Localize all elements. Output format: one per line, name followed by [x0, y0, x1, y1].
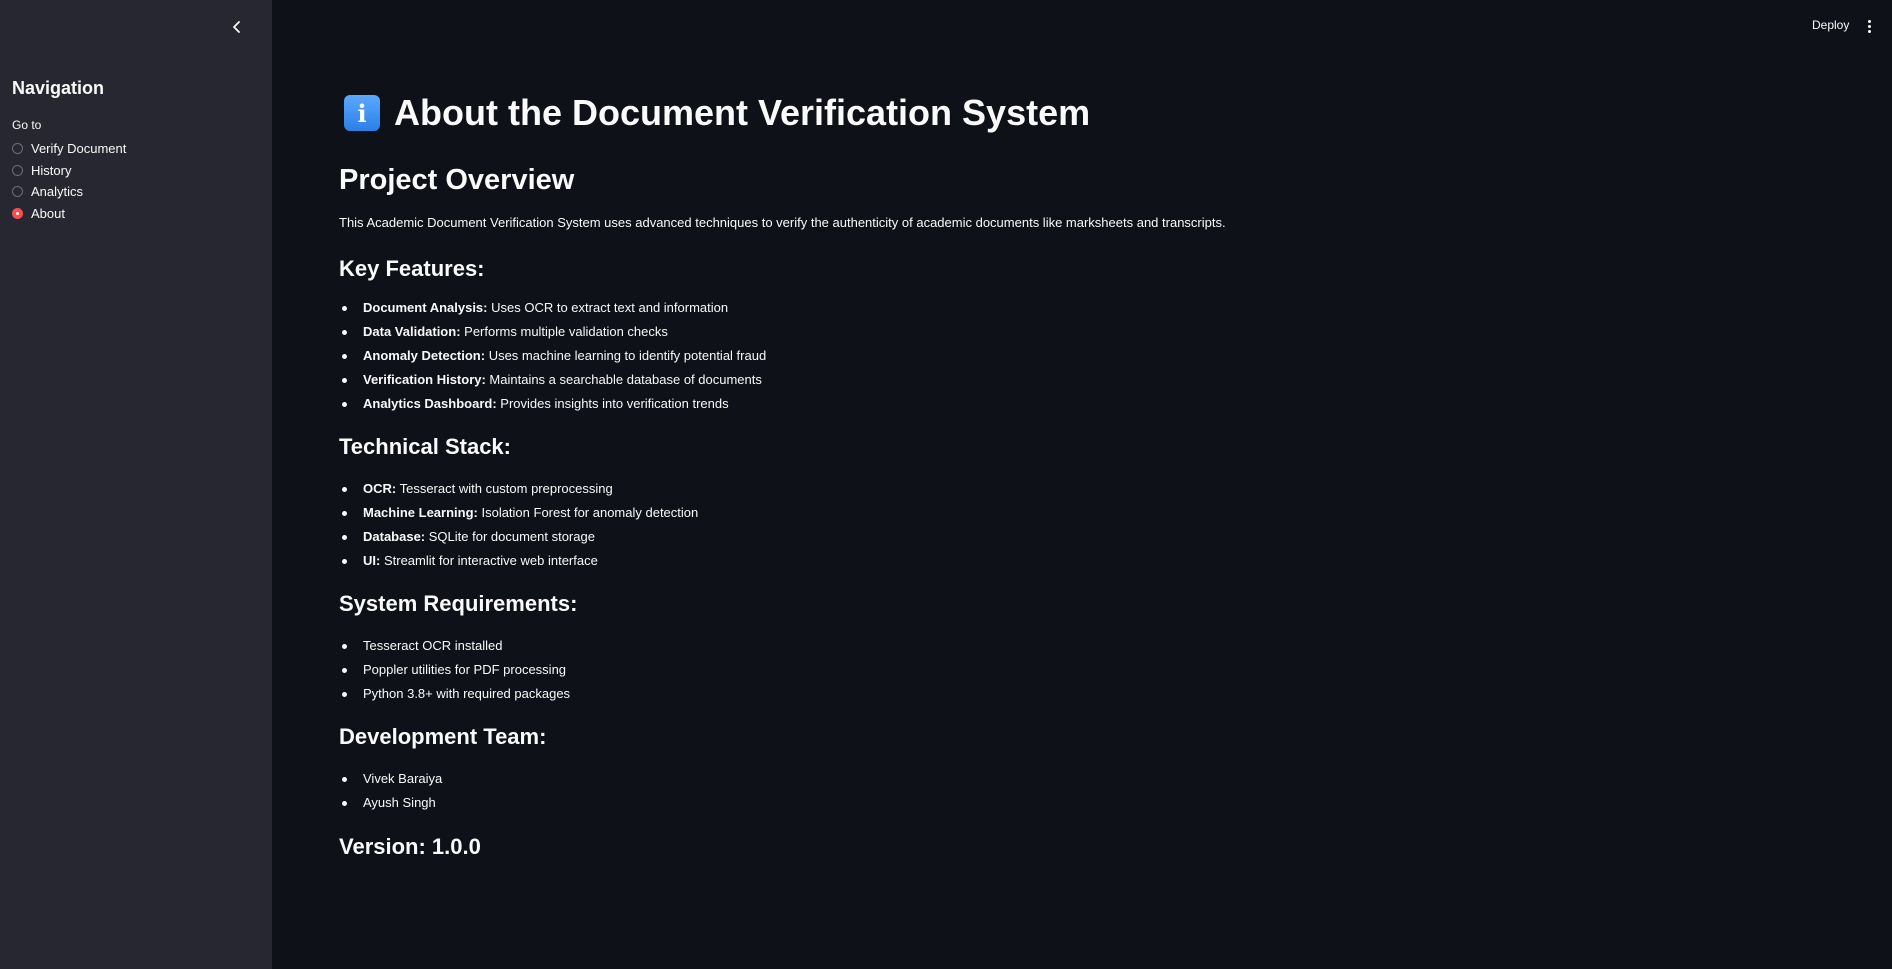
feature-desc: Uses machine learning to identify potent…: [485, 348, 767, 363]
radio-option-label: About: [31, 205, 65, 221]
overview-heading: Project Overview: [339, 164, 575, 196]
collapse-sidebar-button[interactable]: [226, 16, 248, 38]
radio-option-analytics[interactable]: Analytics: [12, 181, 126, 203]
deploy-button[interactable]: Deploy: [1806, 14, 1855, 36]
stack-term: UI:: [363, 553, 381, 568]
stack-term: OCR:: [363, 481, 397, 496]
stack-heading: Technical Stack:: [339, 434, 511, 459]
sidebar: Navigation Go to Verify Document History…: [0, 0, 272, 969]
feature-term: Anomaly Detection:: [363, 348, 486, 363]
info-icon: i: [344, 95, 380, 131]
list-item: Database: SQLite for document storage: [339, 525, 698, 549]
radio-option-verify-document[interactable]: Verify Document: [12, 138, 126, 160]
features-list: Document Analysis: Uses OCR to extract t…: [339, 296, 766, 416]
list-item: Document Analysis: Uses OCR to extract t…: [339, 296, 766, 320]
feature-desc: Uses OCR to extract text and information: [487, 300, 729, 315]
list-item: Data Validation: Performs multiple valid…: [339, 320, 766, 344]
overview-text: This Academic Document Verification Syst…: [339, 215, 1226, 230]
radio-circle[interactable]: [12, 186, 23, 198]
kebab-menu-icon-dot: [1867, 29, 1871, 33]
page-title: i About the Document Verification System: [344, 92, 1090, 134]
list-item: OCR: Tesseract with custom preprocessing: [339, 477, 698, 501]
team-heading: Development Team:: [339, 724, 547, 749]
list-item: Analytics Dashboard: Provides insights i…: [339, 392, 766, 416]
sidebar-heading: Navigation: [12, 78, 105, 98]
stack-term: Database:: [363, 529, 426, 544]
list-item: Anomaly Detection: Uses machine learning…: [339, 344, 766, 368]
radio-option-label: Verify Document: [31, 141, 127, 157]
kebab-menu-icon: [1867, 19, 1871, 23]
list-item: UI: Streamlit for interactive web interf…: [339, 549, 698, 573]
app: Navigation Go to Verify Document History…: [0, 0, 1892, 969]
stack-term: Machine Learning:: [363, 505, 478, 520]
feature-desc: Provides insights into verification tren…: [496, 396, 729, 411]
radio-option-label: History: [31, 162, 72, 178]
radio-group-label: Go to: [12, 118, 42, 132]
feature-term: Data Validation:: [363, 324, 461, 339]
radio-option-label: Analytics: [31, 184, 84, 200]
radio-option-about[interactable]: About: [12, 203, 126, 225]
stack-desc: SQLite for document storage: [425, 529, 595, 544]
radio-circle[interactable]: [12, 164, 23, 176]
stack-desc: Isolation Forest for anomaly detection: [477, 505, 699, 520]
version-heading: Version: 1.0.0: [339, 834, 481, 859]
feature-term: Document Analysis:: [363, 300, 488, 315]
chevron-left-icon: [233, 21, 240, 33]
stack-desc: Streamlit for interactive web interface: [380, 553, 598, 568]
radio-circle[interactable]: [12, 143, 23, 155]
list-item: Tesseract OCR installed: [339, 634, 570, 658]
list-item: Verification History: Maintains a search…: [339, 368, 766, 392]
stack-desc: Tesseract with custom preprocessing: [396, 481, 613, 496]
stack-list: OCR: Tesseract with custom preprocessing…: [339, 477, 698, 573]
list-item: Ayush Singh: [339, 791, 442, 815]
list-item: Poppler utilities for PDF processing: [339, 658, 570, 682]
feature-term: Verification History:: [363, 372, 486, 387]
requirements-heading: System Requirements:: [339, 591, 578, 616]
feature-term: Analytics Dashboard:: [363, 396, 497, 411]
list-item: Python 3.8+ with required packages: [339, 682, 570, 706]
kebab-menu-icon-dot: [1867, 24, 1871, 28]
feature-desc: Maintains a searchable database of docum…: [485, 372, 762, 387]
feature-desc: Performs multiple validation checks: [460, 324, 668, 339]
team-list: Vivek Baraiya Ayush Singh: [339, 767, 442, 815]
main-menu-button[interactable]: [1862, 16, 1876, 36]
page-title-text: About the Document Verification System: [394, 92, 1091, 133]
list-item: Vivek Baraiya: [339, 767, 442, 791]
features-heading: Key Features:: [339, 256, 485, 281]
navigation-radio-group: Verify Document History Analytics About: [12, 138, 126, 224]
requirements-list: Tesseract OCR installed Poppler utilitie…: [339, 634, 570, 706]
list-item: Machine Learning: Isolation Forest for a…: [339, 501, 698, 525]
radio-circle-selected[interactable]: [12, 207, 23, 219]
radio-option-history[interactable]: History: [12, 160, 126, 182]
